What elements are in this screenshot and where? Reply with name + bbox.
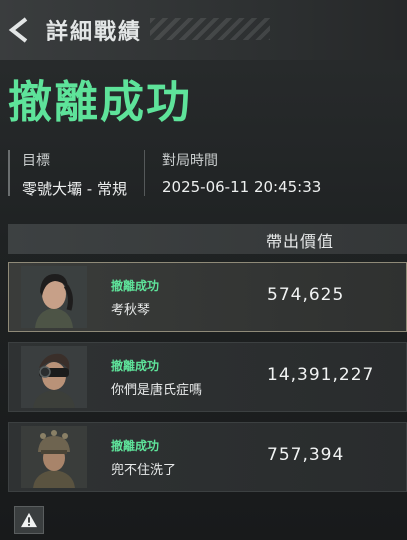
operator-portrait-goggles [21, 346, 87, 408]
operator-portrait-helmet [21, 426, 87, 488]
match-time-label: 對局時間 [162, 153, 218, 169]
match-time-info: 對局時間 2025-06-11 20:45:33 [162, 150, 321, 196]
page-title: 詳細戰績 [46, 20, 143, 45]
top-bar: 詳細戰績 [0, 0, 407, 60]
back-button[interactable] [6, 16, 34, 44]
match-time-value: 2025-06-11 20:45:33 [162, 178, 322, 196]
player-name: 考秋琴 [111, 303, 151, 318]
player-row[interactable]: 撤離成功 你們是唐氏症嗎 14,391,227 [8, 342, 407, 412]
player-name: 兜不住洗了 [111, 463, 177, 478]
warning-icon [21, 512, 37, 528]
extracted-value: 574,625 [267, 285, 345, 305]
extracted-value: 14,391,227 [267, 365, 375, 385]
player-row[interactable]: 撤離成功 考秋琴 574,625 [8, 262, 407, 332]
target-info: 目標 零號大壩 - 常規 [22, 150, 127, 199]
row-status: 撤離成功 [111, 359, 160, 373]
back-arrow-icon [8, 17, 28, 43]
row-status: 撤離成功 [111, 279, 160, 293]
row-status: 撤離成功 [111, 439, 160, 453]
operator-portrait-female [21, 266, 87, 328]
header-stripes-decoration [150, 18, 270, 40]
extracted-value: 757,394 [267, 445, 345, 465]
extraction-result-title: 撤離成功 [8, 77, 192, 128]
player-row[interactable]: 撤離成功 兜不住洗了 757,394 [8, 422, 407, 492]
info-divider [144, 150, 145, 196]
column-header: 帶出價值 [8, 224, 407, 254]
player-name: 你們是唐氏症嗎 [111, 383, 203, 398]
extracted-value-header: 帶出價值 [266, 232, 335, 251]
target-value: 零號大壩 - 常規 [22, 180, 127, 198]
target-label: 目標 [22, 153, 50, 169]
info-divider-left [8, 150, 10, 196]
report-button[interactable] [14, 506, 44, 534]
